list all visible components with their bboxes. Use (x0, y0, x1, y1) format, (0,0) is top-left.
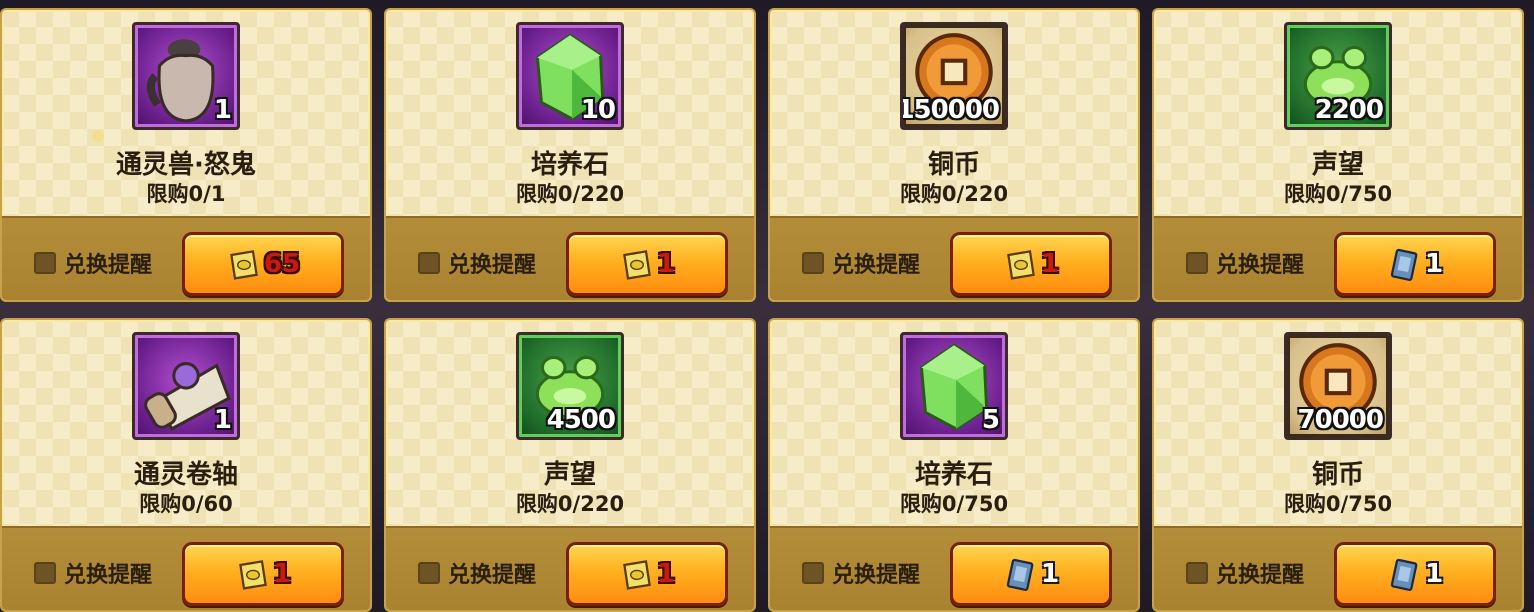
item-name: 声望 (1311, 150, 1364, 180)
item-name: 铜币 (1311, 460, 1364, 490)
exchange-cost: 1 (1424, 559, 1444, 589)
blue-card-icon (1390, 558, 1418, 591)
reminder-checkbox[interactable] (802, 252, 824, 274)
exchange-cost: 1 (1040, 249, 1060, 279)
reminder-label: 兑换提醒 (832, 563, 921, 588)
item-quantity: 1 (213, 95, 232, 125)
item-icon-frame[interactable]: 150000 (900, 22, 1008, 130)
purchase-limit: 限购0/750 (899, 492, 1009, 516)
blue-card-icon (1006, 558, 1034, 591)
exchange-reminder-toggle[interactable]: 兑换提醒 (802, 558, 920, 588)
item-icon-frame[interactable]: 10 (516, 22, 624, 130)
exchange-reminder-toggle[interactable]: 兑换提醒 (418, 558, 536, 588)
shop-item-card: 1 通灵兽·怒鬼 限购0/1 兑换提醒 65 (0, 8, 372, 302)
purchase-limit: 限购0/60 (139, 492, 233, 516)
exchange-cost: 1 (1424, 249, 1444, 279)
item-quantity: 2200 (1314, 95, 1384, 125)
purchase-limit: 限购0/1 (146, 182, 226, 206)
shop-item-card: 10 培养石 限购0/220 兑换提醒 1 (384, 8, 756, 302)
exchange-button[interactable]: 65 (182, 232, 344, 296)
shop-item-card: 150000 铜币 限购0/220 兑换提醒 1 (768, 8, 1140, 302)
reminder-checkbox[interactable] (34, 562, 56, 584)
purchase-limit: 限购0/750 (1283, 492, 1393, 516)
reminder-label: 兑换提醒 (448, 253, 537, 278)
item-name: 铜币 (927, 150, 980, 180)
blue-card-icon (1390, 248, 1418, 281)
item-quantity: 150000 (900, 95, 1000, 125)
item-icon-frame[interactable]: 4500 (516, 332, 624, 440)
item-icon-frame[interactable]: 2200 (1284, 22, 1392, 130)
exchange-button[interactable]: 1 (566, 542, 728, 606)
exchange-button[interactable]: 1 (1334, 232, 1496, 296)
reminder-label: 兑换提醒 (64, 563, 153, 588)
reminder-checkbox[interactable] (1186, 252, 1208, 274)
reminder-checkbox[interactable] (34, 252, 56, 274)
exchange-reminder-toggle[interactable]: 兑换提醒 (802, 248, 920, 278)
reminder-checkbox[interactable] (1186, 562, 1208, 584)
shop-item-card: 2200 声望 限购0/750 兑换提醒 1 (1152, 8, 1524, 302)
shop-item-card: 4500 声望 限购0/220 兑换提醒 1 (384, 318, 756, 612)
exchange-cost: 1 (656, 249, 676, 279)
exchange-reminder-toggle[interactable]: 兑换提醒 (418, 248, 536, 278)
item-name: 通灵兽·怒鬼 (116, 150, 256, 180)
exchange-button[interactable]: 1 (1334, 542, 1496, 606)
reminder-label: 兑换提醒 (64, 253, 153, 278)
item-quantity: 4500 (546, 405, 616, 435)
exchange-cost: 1 (272, 559, 292, 589)
reminder-label: 兑换提醒 (1216, 563, 1305, 588)
item-icon-frame[interactable]: 70000 (1284, 332, 1392, 440)
yellow-token-icon (623, 250, 651, 280)
item-icon-frame[interactable]: 1 (132, 22, 240, 130)
reminder-checkbox[interactable] (418, 562, 440, 584)
exchange-cost: 1 (1040, 559, 1060, 589)
exchange-reminder-toggle[interactable]: 兑换提醒 (34, 248, 152, 278)
purchase-limit: 限购0/750 (1283, 182, 1393, 206)
item-name: 声望 (543, 460, 596, 490)
reminder-label: 兑换提醒 (832, 253, 921, 278)
purchase-limit: 限购0/220 (899, 182, 1009, 206)
item-name: 培养石 (530, 150, 609, 180)
exchange-button[interactable]: 1 (950, 542, 1112, 606)
exchange-button[interactable]: 1 (950, 232, 1112, 296)
item-icon-frame[interactable]: 1 (132, 332, 240, 440)
reminder-label: 兑换提醒 (1216, 253, 1305, 278)
exchange-reminder-toggle[interactable]: 兑换提醒 (1186, 248, 1304, 278)
exchange-button[interactable]: 1 (566, 232, 728, 296)
item-quantity: 10 (580, 95, 616, 125)
reminder-checkbox[interactable] (418, 252, 440, 274)
exchange-reminder-toggle[interactable]: 兑换提醒 (1186, 558, 1304, 588)
exchange-cost: 65 (263, 249, 301, 279)
item-name: 通灵卷轴 (133, 460, 238, 490)
item-name: 培养石 (914, 460, 993, 490)
shop-item-card: 1 通灵卷轴 限购0/60 兑换提醒 1 (0, 318, 372, 612)
purchase-limit: 限购0/220 (515, 182, 625, 206)
exchange-reminder-toggle[interactable]: 兑换提醒 (34, 558, 152, 588)
yellow-token-icon (1007, 250, 1035, 280)
exchange-button[interactable]: 1 (182, 542, 344, 606)
purchase-limit: 限购0/220 (515, 492, 625, 516)
yellow-token-icon (623, 560, 651, 590)
reminder-label: 兑换提醒 (448, 563, 537, 588)
shop-item-card: 70000 铜币 限购0/750 兑换提醒 1 (1152, 318, 1524, 612)
yellow-token-icon (230, 250, 258, 280)
exchange-cost: 1 (656, 559, 676, 589)
shop-item-card: 5 培养石 限购0/750 兑换提醒 1 (768, 318, 1140, 612)
item-icon-frame[interactable]: 5 (900, 332, 1008, 440)
reminder-checkbox[interactable] (802, 562, 824, 584)
item-quantity: 1 (213, 405, 232, 435)
shop-item-grid: 1 通灵兽·怒鬼 限购0/1 兑换提醒 65 10 培养石 限购0/220 兑换… (0, 0, 1534, 612)
item-quantity: 5 (981, 405, 1000, 435)
item-quantity: 70000 (1297, 405, 1384, 435)
yellow-token-icon (239, 560, 267, 590)
